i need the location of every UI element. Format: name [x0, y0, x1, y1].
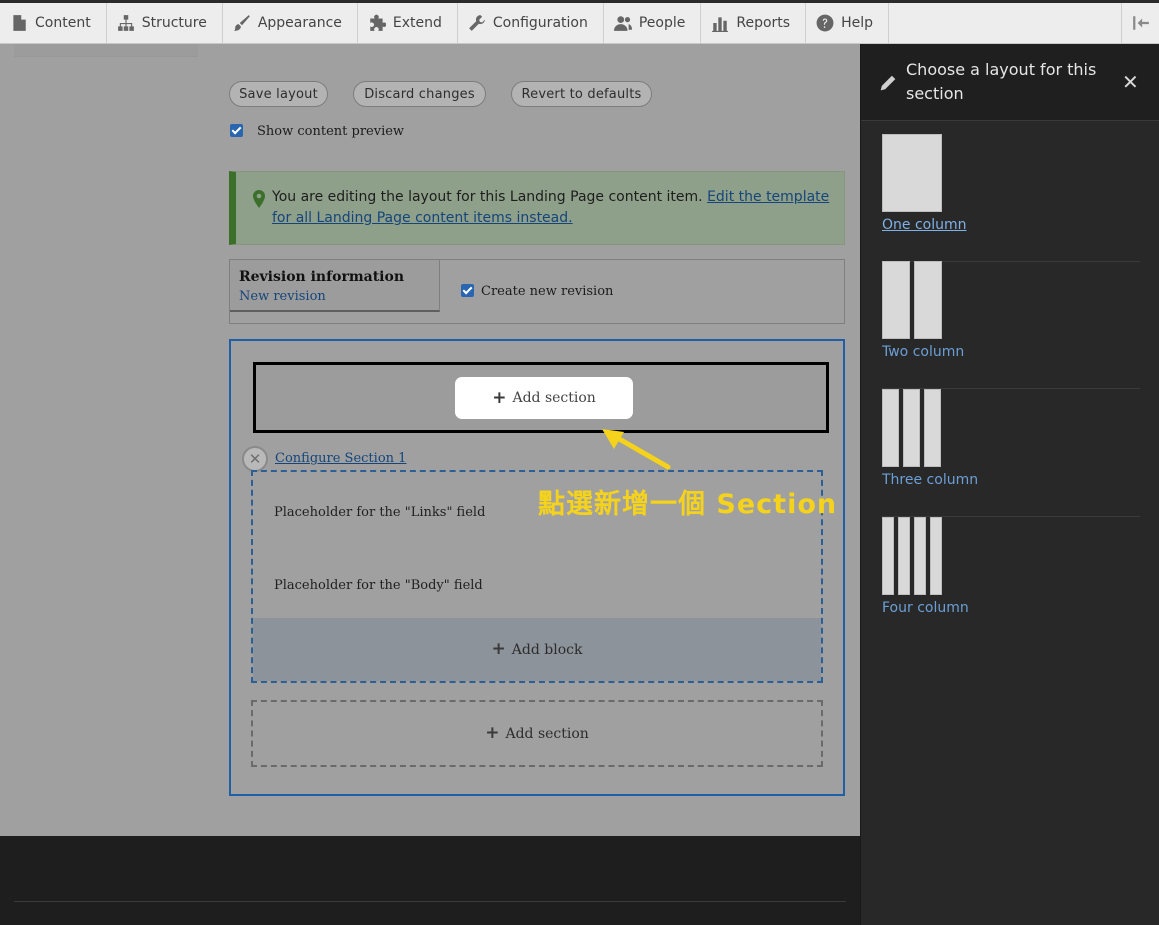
add-section-bottom-label: Add section	[505, 725, 589, 742]
sitemap-icon	[117, 15, 134, 31]
toolbar-item-label: Structure	[141, 15, 207, 31]
sidebar-remnant	[14, 44, 198, 57]
layout-option-label[interactable]: Two column	[882, 344, 964, 360]
people-icon	[613, 16, 632, 31]
toolbar-item-help[interactable]: Help	[806, 3, 889, 43]
file-icon	[13, 15, 26, 31]
links-field-placeholder: Placeholder for the "Links" field	[274, 505, 486, 520]
message-body: You are editing the layout for this Land…	[272, 189, 708, 205]
close-icon[interactable]: ✕	[1122, 70, 1139, 94]
puzzle-icon	[370, 14, 386, 31]
toolbar-item-appearance[interactable]: Appearance	[223, 3, 358, 43]
plus-icon: +	[492, 387, 507, 408]
panel-header: Choose a layout for this section ✕	[861, 44, 1159, 121]
toolbar-orientation-toggle[interactable]	[1121, 3, 1159, 43]
status-message: You are editing the layout for this Land…	[229, 171, 845, 245]
revision-summary: New revision	[239, 289, 326, 304]
remove-section-icon[interactable]: ✕	[242, 446, 268, 472]
annotation-arrow-icon	[602, 429, 671, 470]
plus-icon: +	[485, 723, 500, 743]
brush-icon	[233, 15, 250, 31]
page-footer	[0, 836, 860, 925]
layout-chooser-panel: Choose a layout for this section ✕ One c…	[860, 44, 1159, 925]
save-layout-button[interactable]: Save layout	[229, 81, 328, 107]
toolbar-item-label: Help	[841, 15, 873, 31]
layout-option-label[interactable]: One column	[882, 217, 967, 233]
add-block-button[interactable]: + Add block	[253, 618, 821, 681]
revision-info-box: Revision information New revision Create…	[229, 259, 845, 324]
toolbar-item-label: Reports	[736, 15, 791, 31]
toolbar-item-extend[interactable]: Extend	[358, 3, 458, 43]
create-revision-label: Create new revision	[481, 284, 614, 299]
show-preview-checkbox[interactable]	[230, 124, 243, 137]
toolbar-item-people[interactable]: People	[604, 3, 702, 43]
layout-option-four-column[interactable]: Four column	[882, 517, 1140, 645]
layout-option-one-column[interactable]: One column	[882, 134, 1140, 262]
layout-option-three-column[interactable]: Three column	[882, 389, 1140, 517]
help-icon	[816, 14, 834, 32]
toolbar-item-reports[interactable]: Reports	[701, 3, 807, 43]
toolbar-item-structure[interactable]: Structure	[107, 3, 223, 43]
body-field-placeholder: Placeholder for the "Body" field	[274, 578, 483, 593]
pencil-icon	[880, 75, 896, 91]
show-preview-label: Show content preview	[257, 124, 405, 139]
add-section-button[interactable]: + Add section	[455, 377, 633, 419]
revert-defaults-button[interactable]: Revert to defaults	[511, 81, 652, 107]
toolbar-item-label: Appearance	[257, 15, 342, 31]
toolbar-item-label: People	[638, 15, 686, 31]
wrench-icon	[469, 15, 485, 31]
create-revision-checkbox[interactable]	[461, 284, 474, 297]
toolbar-item-label: Content	[35, 15, 91, 31]
footer-divider	[14, 901, 846, 902]
four-column-icon	[882, 517, 942, 595]
one-column-icon	[882, 134, 942, 212]
status-message-text: You are editing the layout for this Land…	[272, 187, 832, 229]
admin-toolbar: Content Structure Appearance Extend Conf…	[0, 0, 1159, 44]
toolbar-item-content[interactable]: Content	[0, 3, 107, 43]
panel-title: Choose a layout for this section	[906, 60, 1097, 103]
layout-option-label[interactable]: Three column	[882, 472, 978, 488]
collapse-sidebar-icon	[1132, 16, 1149, 30]
discard-changes-button[interactable]: Discard changes	[353, 81, 486, 107]
configure-section-link[interactable]: Configure Section 1	[275, 451, 406, 466]
three-column-icon	[882, 389, 941, 467]
add-block-label: Add block	[511, 641, 583, 658]
two-column-icon	[882, 261, 942, 339]
plus-icon: +	[491, 639, 506, 659]
annotation-text: 點選新增一個 Section	[538, 489, 838, 520]
toolbar-item-label: Extend	[392, 15, 442, 31]
add-section-label: Add section	[512, 390, 596, 406]
bar-chart-icon	[712, 17, 729, 32]
toolbar-item-configuration[interactable]: Configuration	[458, 3, 604, 43]
revision-title: Revision information	[239, 269, 405, 285]
map-pin-icon	[253, 190, 265, 208]
add-section-bottom-button[interactable]: + Add section	[251, 700, 823, 767]
layout-option-two-column[interactable]: Two column	[882, 261, 1140, 389]
revision-tab[interactable]: Revision information New revision	[230, 260, 440, 312]
layout-option-label[interactable]: Four column	[882, 600, 969, 616]
toolbar-item-label: Configuration	[492, 15, 588, 31]
